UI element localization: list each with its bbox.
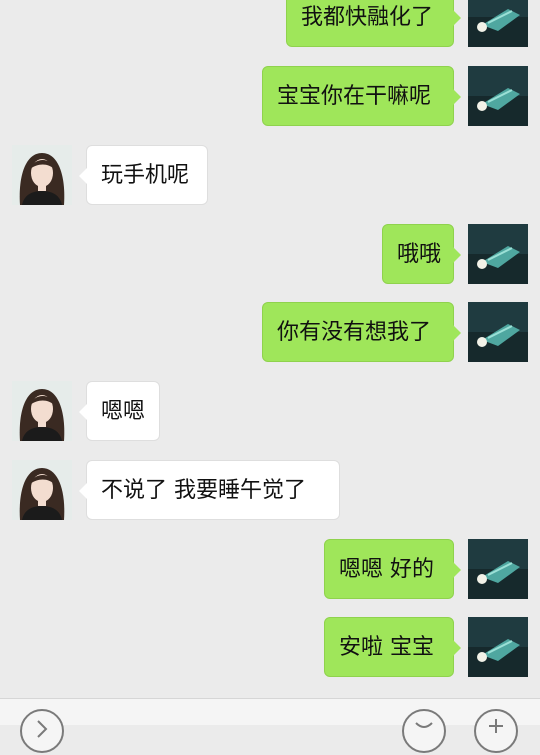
my-avatar[interactable]	[468, 539, 528, 599]
message-bubble[interactable]: 你有没有想我了	[262, 302, 461, 362]
message-bubble[interactable]: 嗯嗯	[79, 381, 160, 441]
message-row: 嗯嗯	[0, 381, 540, 443]
plus-icon[interactable]	[474, 709, 518, 753]
message-row: 安啦 宝宝	[0, 617, 540, 679]
my-avatar[interactable]	[468, 302, 528, 362]
my-avatar[interactable]	[468, 0, 528, 47]
message-row: 嗯嗯 好的	[0, 539, 540, 601]
message-row: 你有没有想我了	[0, 302, 540, 364]
my-avatar[interactable]	[468, 224, 528, 284]
message-row: 哦哦	[0, 224, 540, 286]
message-row: 宝宝你在干嘛呢	[0, 66, 540, 128]
message-bubble[interactable]: 不说了 我要睡午觉了	[79, 460, 340, 520]
contact-avatar[interactable]	[12, 460, 72, 520]
contact-avatar[interactable]	[12, 145, 72, 205]
contact-avatar[interactable]	[12, 381, 72, 441]
message-bubble[interactable]: 嗯嗯 好的	[324, 539, 461, 599]
message-row: 我都快融化了	[0, 0, 540, 49]
message-bubble[interactable]: 玩手机呢	[79, 145, 208, 205]
my-avatar[interactable]	[468, 66, 528, 126]
input-toolbar	[0, 698, 540, 753]
message-row: 不说了 我要睡午觉了	[0, 460, 540, 522]
message-bubble[interactable]: 宝宝你在干嘛呢	[262, 66, 461, 126]
message-bubble[interactable]: 我都快融化了	[286, 0, 461, 47]
emoji-icon[interactable]	[402, 709, 446, 753]
message-row: 玩手机呢	[0, 145, 540, 207]
chat-message-list[interactable]: 我都快融化了 宝宝你在干嘛呢 玩手机呢 哦哦 你有没有想我了 嗯嗯 不说了 我要…	[0, 0, 540, 700]
voice-icon[interactable]	[20, 709, 64, 753]
message-bubble[interactable]: 哦哦	[382, 224, 461, 284]
message-bubble[interactable]: 安啦 宝宝	[324, 617, 461, 677]
my-avatar[interactable]	[468, 617, 528, 677]
